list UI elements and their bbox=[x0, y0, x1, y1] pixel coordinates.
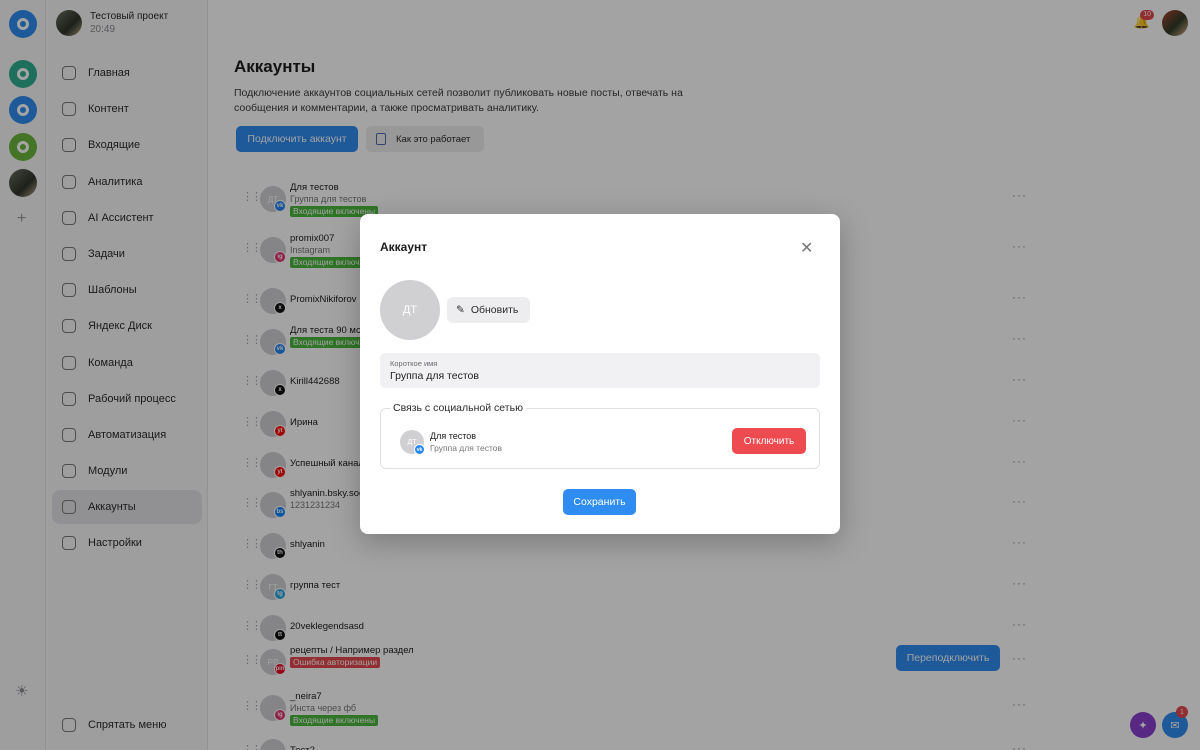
social-connection-legend: Связь с социальной сетью bbox=[390, 402, 526, 414]
short-name-label: Короткое имя bbox=[390, 359, 438, 368]
short-name-field[interactable]: Короткое имя Группа для тестов bbox=[380, 353, 820, 388]
refresh-avatar-button[interactable]: ✎ Обновить bbox=[447, 297, 530, 323]
social-account-subtitle: Группа для тестов bbox=[430, 443, 503, 453]
disconnect-button[interactable]: Отключить bbox=[732, 428, 806, 454]
modal-title: Аккаунт bbox=[380, 240, 428, 254]
pencil-icon: ✎ bbox=[456, 304, 465, 316]
close-icon[interactable]: ✕ bbox=[800, 238, 813, 258]
account-avatar: ДТ bbox=[380, 280, 440, 340]
refresh-label: Обновить bbox=[470, 304, 519, 316]
vk-icon: vk bbox=[414, 444, 425, 455]
social-account-name: Для тестов bbox=[430, 431, 477, 441]
short-name-value[interactable]: Группа для тестов bbox=[390, 370, 479, 382]
account-modal: Аккаунт ✕ ДТ ✎ Обновить Короткое имя Гру… bbox=[360, 214, 840, 534]
save-button[interactable]: Сохранить bbox=[563, 489, 636, 515]
